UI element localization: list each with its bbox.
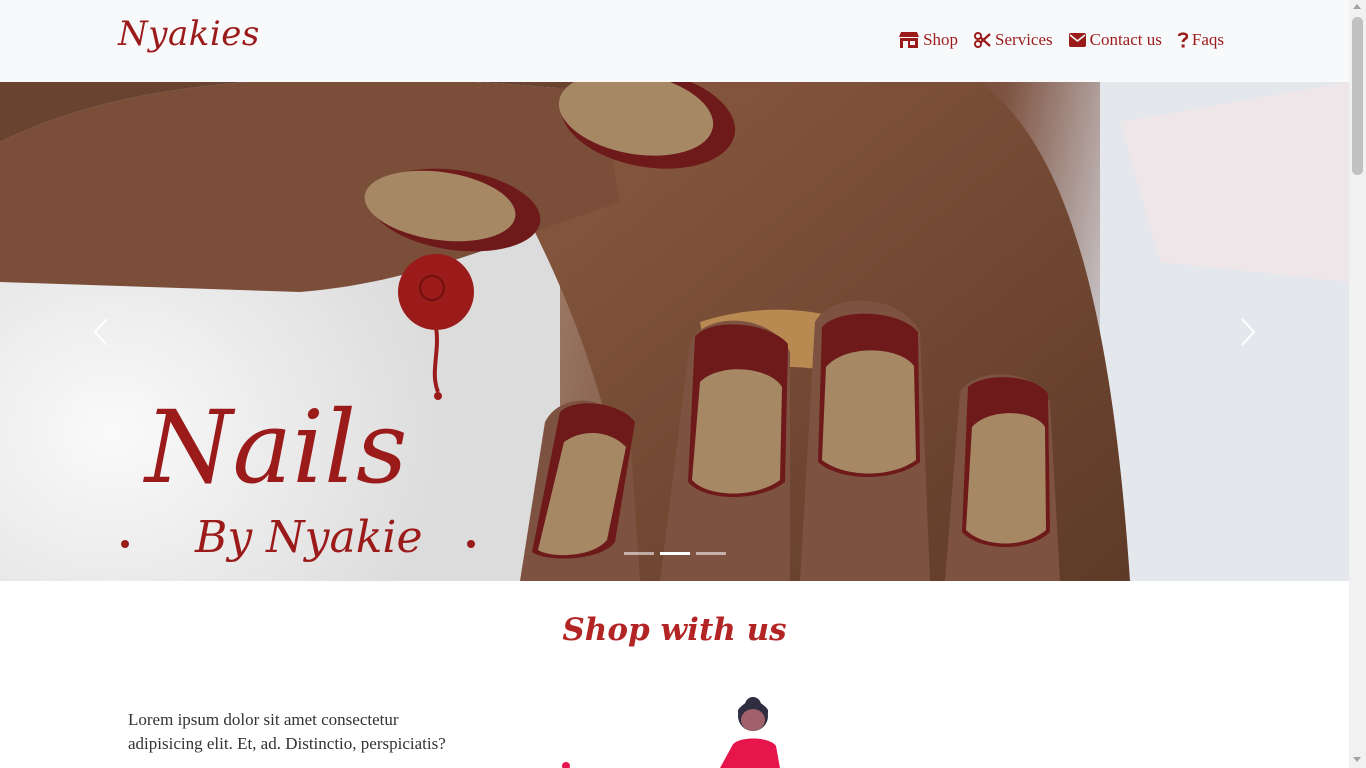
carousel-indicator-3[interactable] [696,552,726,555]
scroll-down-arrow-icon[interactable] [1353,757,1361,762]
scissors-icon [974,32,991,48]
envelope-icon [1068,33,1086,47]
shopping-illustration [562,697,780,768]
navbar: Nyakies Shop Services Contact us Faqs [0,0,1349,82]
carousel-indicator-1[interactable] [624,552,654,555]
slide-logo-sub: By Nyakie [194,512,423,563]
nav-item-services[interactable]: Services [974,30,1053,50]
page-scrollbar[interactable] [1349,0,1366,768]
slide-logo-main: Nails [143,389,407,506]
hero-carousel: Nails By Nyakie [0,82,1349,581]
nav-item-faqs[interactable]: Faqs [1177,30,1224,50]
slide-image: Nails By Nyakie [0,82,1349,581]
nav-item-shop[interactable]: Shop [899,30,958,50]
scroll-up-arrow-icon[interactable] [1353,4,1361,9]
nav-item-label: Shop [923,30,959,49]
nav-item-contact[interactable]: Contact us [1068,30,1162,50]
shop-heading: Shop with us [562,612,787,648]
carousel-prev-button[interactable] [81,312,121,352]
brand-logo[interactable]: Nyakies [118,14,260,54]
nav-item-label: Services [995,30,1053,49]
question-icon [1177,32,1188,48]
store-icon [899,32,920,48]
chevron-right-icon [1241,318,1256,346]
scroll-thumb[interactable] [1352,17,1363,175]
carousel-next-button[interactable] [1228,312,1268,352]
nav-menu: Shop Services Contact us Faqs [899,30,1224,50]
shop-description: Lorem ipsum dolor sit amet consectetur a… [128,710,446,753]
nav-item-label: Faqs [1191,30,1224,49]
nav-item-label: Contact us [1089,30,1162,49]
carousel-indicator-2[interactable] [660,552,690,555]
chevron-left-icon [93,318,108,346]
carousel-indicators [624,552,726,555]
